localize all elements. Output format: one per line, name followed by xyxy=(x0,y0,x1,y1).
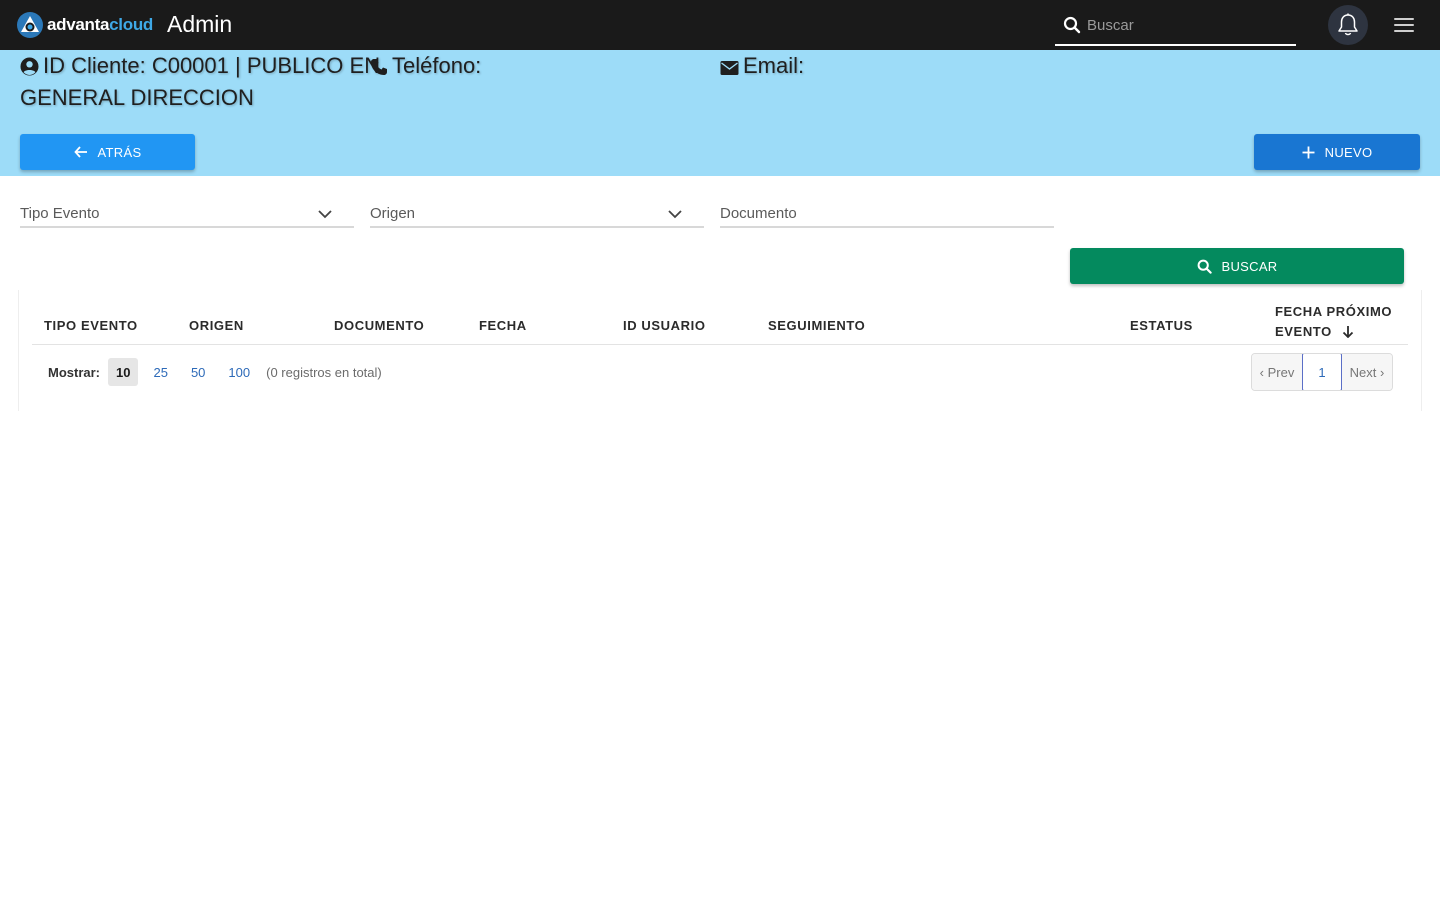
arrow-left-icon xyxy=(73,146,87,158)
menu-bar xyxy=(1394,24,1414,26)
table-divider xyxy=(32,344,1408,345)
logo[interactable]: advantacloud xyxy=(16,11,153,39)
search-button[interactable]: BUSCAR xyxy=(1070,248,1404,284)
new-button-label: NUEVO xyxy=(1324,144,1373,160)
global-search xyxy=(1055,6,1296,46)
page-size-option[interactable]: 50 xyxy=(183,358,213,386)
documento-field[interactable]: Documento xyxy=(720,200,1054,228)
search-button-label: BUSCAR xyxy=(1221,258,1278,274)
menu-bar xyxy=(1394,18,1414,20)
page-number-button[interactable]: 1 xyxy=(1302,354,1342,390)
logo-text-a: advanta xyxy=(47,15,110,34)
next-page-button[interactable]: Next › xyxy=(1342,354,1392,390)
column-header-origen[interactable]: ORIGEN xyxy=(189,318,244,333)
logo-text: advantacloud xyxy=(47,15,153,35)
top-navbar: advantacloud Admin xyxy=(0,0,1440,50)
page-size-selector: Mostrar: 10 25 50 100 (0 registros en to… xyxy=(48,358,382,386)
page-size-option[interactable]: 25 xyxy=(145,358,175,386)
new-button[interactable]: NUEVO xyxy=(1254,134,1420,170)
show-label: Mostrar: xyxy=(48,364,101,380)
client-email: Email: xyxy=(720,50,804,82)
sort-arrow-down-icon xyxy=(1342,326,1354,339)
envelope-icon xyxy=(720,61,739,75)
column-header-line-2-text: EVENTO xyxy=(1275,324,1332,339)
search-icon xyxy=(1063,16,1081,34)
plus-icon xyxy=(1302,146,1315,158)
user-circle-icon xyxy=(20,57,39,76)
back-button-label: ATRÁS xyxy=(97,144,142,160)
documento-label: Documento xyxy=(720,205,797,222)
client-id-text: ID Cliente: C00001 | PUBLICO EN xyxy=(43,53,381,78)
column-header-seguimiento[interactable]: SEGUIMIENTO xyxy=(768,318,865,333)
column-header-id-usuario[interactable]: ID USUARIO xyxy=(623,318,706,333)
client-id-line-2: GENERAL DIRECCION xyxy=(20,85,254,110)
column-header-estatus[interactable]: ESTATUS xyxy=(1130,318,1193,333)
hamburger-menu-icon[interactable] xyxy=(1392,15,1416,35)
chevron-down-icon xyxy=(668,210,682,219)
app-title: Admin xyxy=(167,11,233,37)
column-header-documento[interactable]: DOCUMENTO xyxy=(334,318,424,333)
bell-icon xyxy=(1338,13,1358,36)
client-id-line: ID Cliente: C00001 | PUBLICO EN xyxy=(20,50,380,82)
back-button[interactable]: ATRÁS xyxy=(20,134,195,170)
column-header-fecha-proximo-evento[interactable]: FECHA PRÓXIMO EVENTO xyxy=(1275,302,1392,342)
phone-label: Teléfono: xyxy=(392,53,482,78)
search-input[interactable] xyxy=(1087,12,1287,38)
tipo-evento-label: Tipo Evento xyxy=(20,205,100,222)
search-icon xyxy=(1197,259,1212,274)
chevron-down-icon xyxy=(318,210,332,219)
email-label: Email: xyxy=(743,53,805,78)
page-size-option[interactable]: 10 xyxy=(108,358,139,386)
total-records: (0 registros en total) xyxy=(266,364,382,380)
column-header-line-1: FECHA PRÓXIMO xyxy=(1275,304,1393,319)
client-phone: Teléfono: xyxy=(370,50,481,82)
column-header-tipo-evento[interactable]: TIPO EVENTO xyxy=(44,318,138,333)
phone-icon xyxy=(371,59,387,75)
pagination: ‹ Prev 1 Next › xyxy=(1251,353,1393,391)
column-header-fecha[interactable]: FECHA xyxy=(479,318,527,333)
logo-icon xyxy=(17,12,43,38)
events-table-card xyxy=(18,290,1422,411)
prev-page-button[interactable]: ‹ Prev xyxy=(1252,354,1302,390)
origen-select[interactable]: Origen xyxy=(370,200,704,228)
notifications-button[interactable] xyxy=(1328,5,1368,45)
logo-text-b: cloud xyxy=(109,15,153,34)
column-header-line-2: EVENTO xyxy=(1275,322,1392,342)
menu-bar xyxy=(1394,30,1414,32)
page-size-option[interactable]: 100 xyxy=(220,358,258,386)
tipo-evento-select[interactable]: Tipo Evento xyxy=(20,200,354,228)
origen-label: Origen xyxy=(370,205,416,222)
